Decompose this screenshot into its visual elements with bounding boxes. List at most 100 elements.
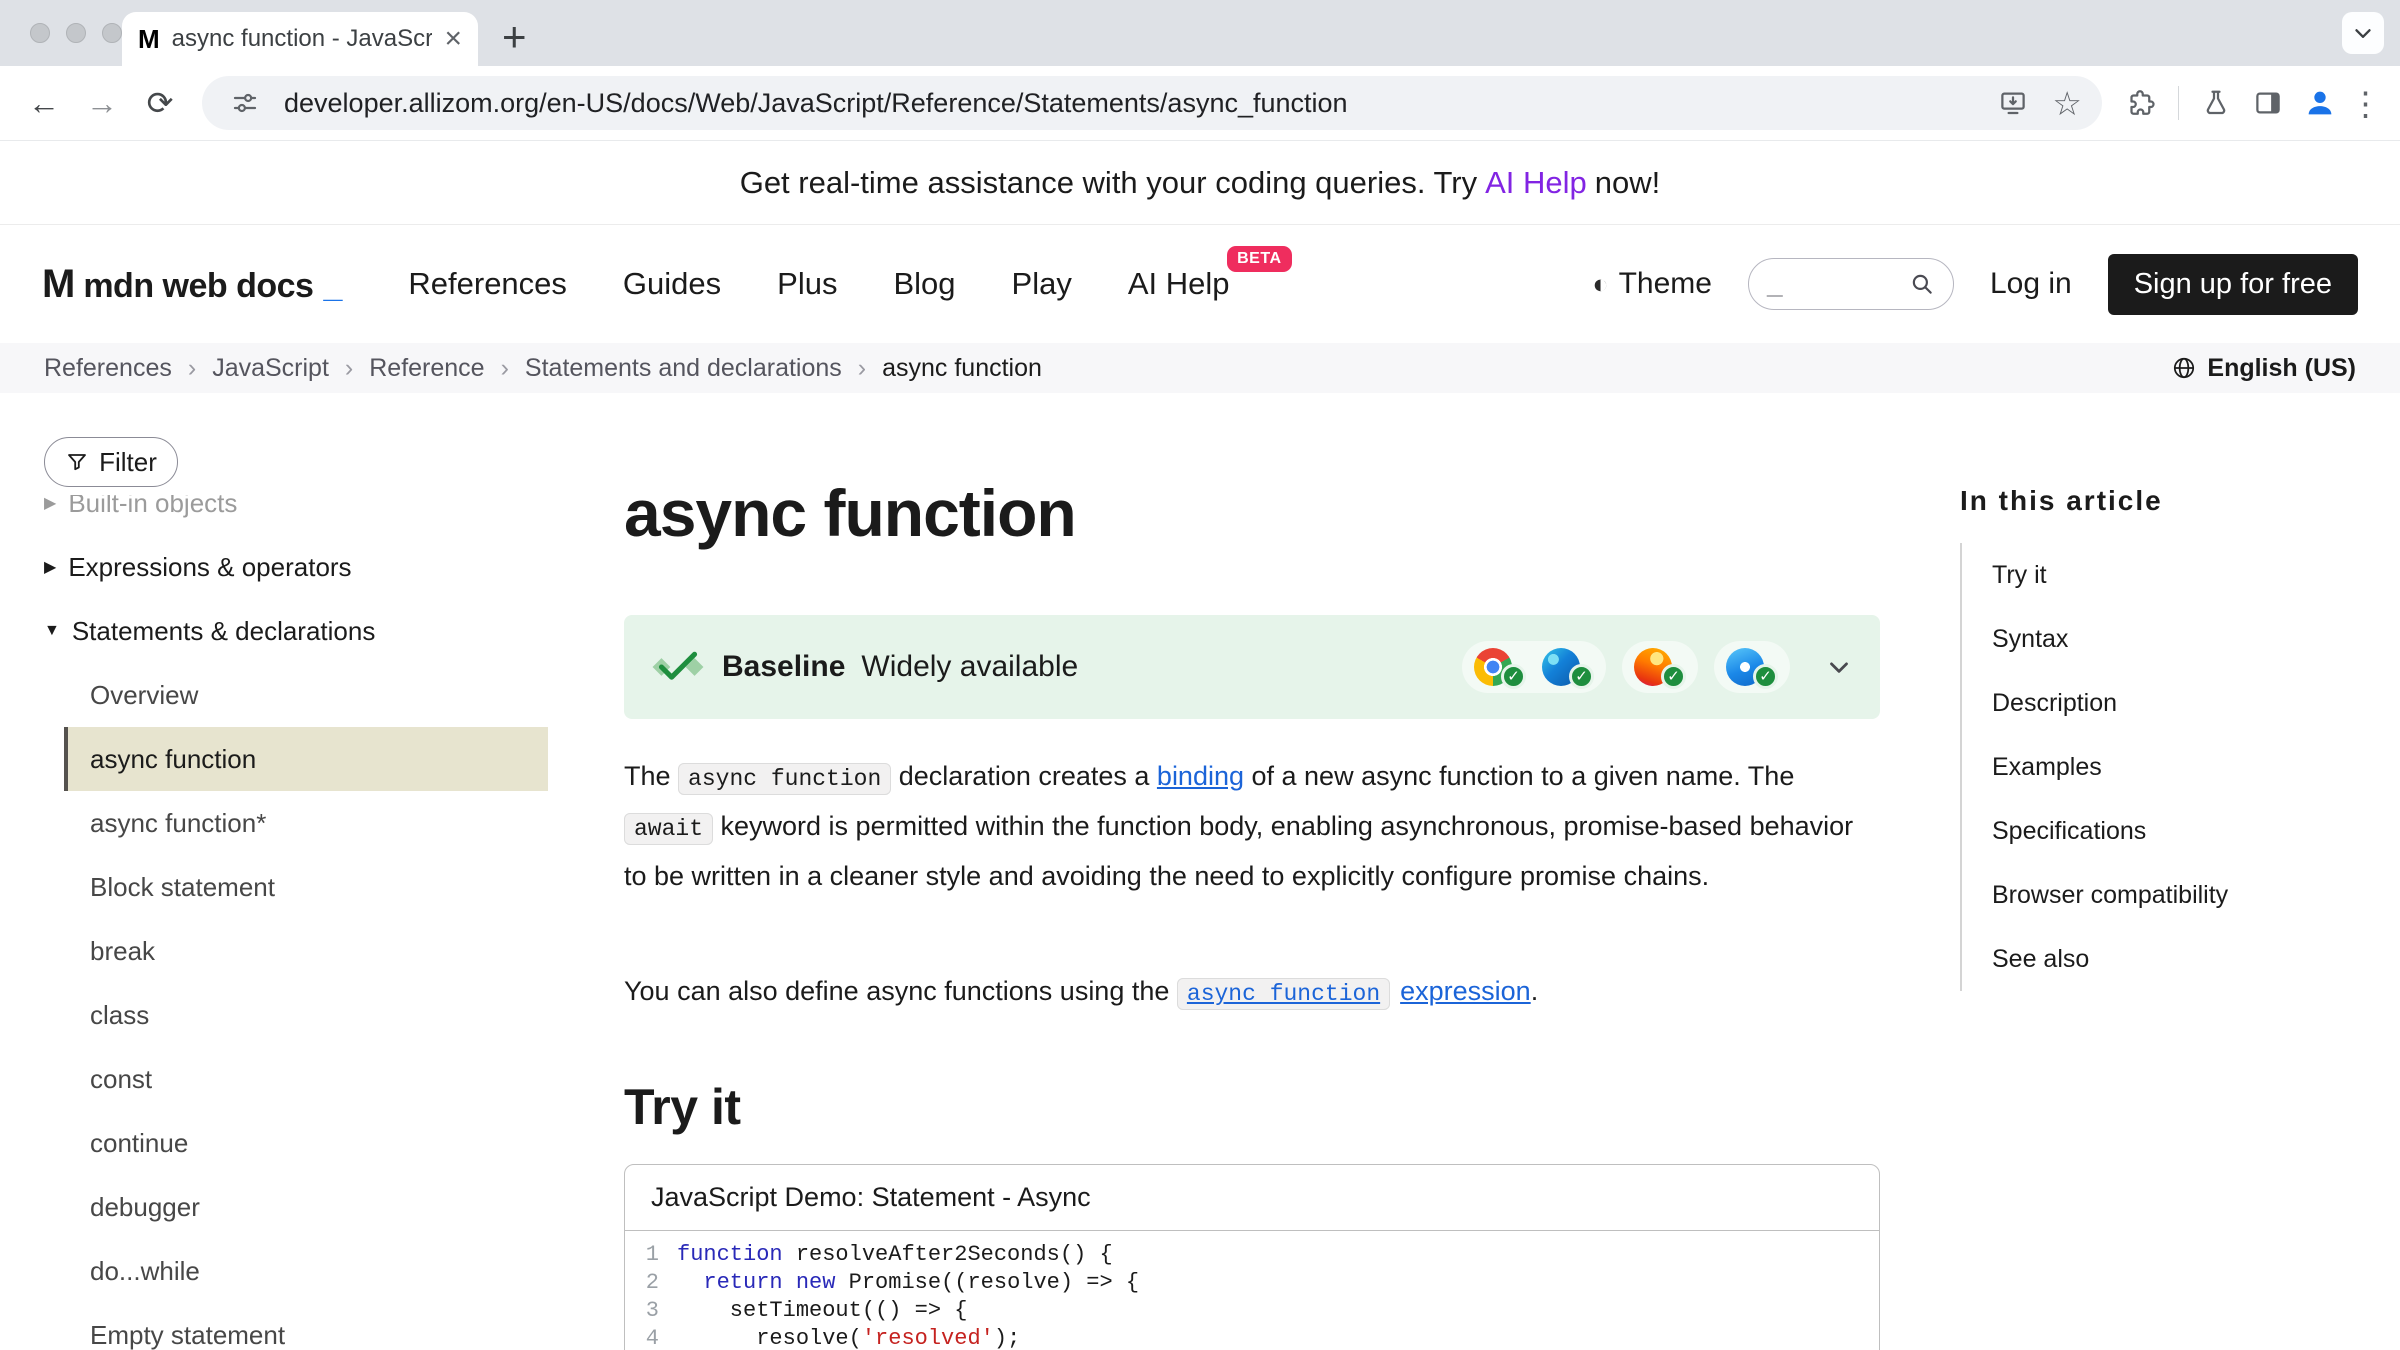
collapsed-triangle-icon: ▶: [44, 557, 56, 577]
bookmark-star-icon[interactable]: ☆: [2052, 84, 2082, 123]
toc-item-try-it[interactable]: Try it: [1992, 543, 2400, 607]
baseline-expand-chevron[interactable]: [1824, 652, 1854, 682]
baseline-label: Baseline: [722, 650, 845, 684]
demo-title: JavaScript Demo: Statement - Async: [625, 1165, 1879, 1231]
mdn-logo-text: mdn web docs: [83, 267, 313, 306]
extensions-icon[interactable]: [2118, 80, 2164, 126]
sidebar-item-break[interactable]: break: [64, 919, 548, 983]
code-token: [677, 1269, 703, 1297]
binding-link[interactable]: binding: [1157, 761, 1244, 791]
toc-item-browser-compatibility[interactable]: Browser compatibility: [1992, 863, 2400, 927]
install-icon[interactable]: [1990, 80, 2036, 126]
toc-item-specifications[interactable]: Specifications: [1992, 799, 2400, 863]
url-text[interactable]: developer.allizom.org/en-US/docs/Web/Jav…: [284, 88, 1974, 119]
language-label: English (US): [2207, 354, 2356, 383]
promo-banner: Get real-time assistance with your codin…: [0, 141, 2400, 225]
article-main: async function Baseline Widely available: [560, 393, 1960, 1350]
breadcrumb-reference[interactable]: Reference: [369, 354, 484, 383]
code-token: 'resolved': [862, 1325, 994, 1350]
paragraph-text: You can also define async functions usin…: [624, 976, 1177, 1006]
nav-ai-help-label: AI Help: [1128, 266, 1230, 301]
sidebar-section-expressions[interactable]: ▶ Expressions & operators: [44, 535, 560, 599]
side-panel-icon[interactable]: [2245, 80, 2291, 126]
sidebar-item-async-function-star[interactable]: async function*: [64, 791, 548, 855]
browser-tab[interactable]: M async function - JavaScript | ×: [122, 12, 478, 66]
sidebar-item-label: Built-in objects: [68, 495, 237, 519]
new-tab-button[interactable]: +: [502, 16, 527, 58]
mdn-favicon-icon: M: [138, 24, 160, 55]
baseline-check-icon: [650, 649, 706, 685]
sidebar-item-built-in-objects[interactable]: ▶ Built-in objects: [44, 495, 560, 533]
code-line: 4 resolve('resolved');: [625, 1325, 1879, 1350]
reload-button[interactable]: ⟳: [134, 77, 186, 129]
nav-guides[interactable]: Guides: [623, 266, 721, 302]
sidebar-section-label: Statements & declarations: [72, 616, 376, 647]
labs-beaker-icon[interactable]: [2193, 80, 2239, 126]
async-function-expression-code-link[interactable]: async function: [1177, 978, 1390, 1010]
profile-avatar[interactable]: [2297, 80, 2343, 126]
sidebar-item-overview[interactable]: Overview: [64, 663, 548, 727]
sidebar-section-statements[interactable]: ▼ Statements & declarations: [44, 599, 560, 663]
tab-close-icon[interactable]: ×: [444, 24, 462, 54]
nav-blog[interactable]: Blog: [893, 266, 955, 302]
breadcrumb-javascript[interactable]: JavaScript: [212, 354, 329, 383]
window-controls: [30, 23, 122, 43]
chrome-support: ✓: [1474, 648, 1526, 686]
nav-play[interactable]: Play: [1012, 266, 1072, 302]
toc-item-examples[interactable]: Examples: [1992, 735, 2400, 799]
browser-menu-icon[interactable]: ⋮: [2349, 84, 2382, 123]
promo-ai-help-link[interactable]: AI Help: [1485, 165, 1587, 201]
nav-plus[interactable]: Plus: [777, 266, 837, 302]
main-nav: References Guides Plus Blog Play AI Help…: [408, 266, 1229, 302]
forward-button[interactable]: →: [76, 77, 128, 129]
check-icon: ✓: [1501, 664, 1526, 689]
toc-list: Try it Syntax Description Examples Speci…: [1960, 543, 2400, 991]
breadcrumb-references[interactable]: References: [44, 354, 172, 383]
toc-item-syntax[interactable]: Syntax: [1992, 607, 2400, 671]
sidebar-item-debugger[interactable]: debugger: [64, 1175, 548, 1239]
search-input[interactable]: _: [1748, 258, 1954, 310]
breadcrumb-current: async function: [882, 354, 1042, 383]
paragraph-text: of a new async function to a given name.…: [1244, 761, 1794, 791]
code-editor[interactable]: 1function resolveAfter2Seconds() { 2 ret…: [625, 1231, 1879, 1350]
site-info-icon[interactable]: [222, 80, 268, 126]
theme-icon: ◐: [1592, 269, 1608, 300]
tab-search-button[interactable]: [2342, 12, 2384, 54]
toc-item-description[interactable]: Description: [1992, 671, 2400, 735]
beta-badge: BETA: [1227, 246, 1291, 272]
mdn-logo[interactable]: M mdn web docs _: [42, 262, 342, 307]
address-bar[interactable]: developer.allizom.org/en-US/docs/Web/Jav…: [202, 76, 2102, 130]
mdn-logo-icon: M: [42, 262, 73, 307]
expression-link[interactable]: expression: [1400, 976, 1531, 1006]
sidebar-item-do-while[interactable]: do...while: [64, 1239, 548, 1303]
sidebar-item-block-statement[interactable]: Block statement: [64, 855, 548, 919]
nav-references[interactable]: References: [408, 266, 567, 302]
sidebar-item-const[interactable]: const: [64, 1047, 548, 1111]
theme-toggle[interactable]: ◐ Theme: [1592, 267, 1712, 301]
sidebar-item-async-function[interactable]: async function: [64, 727, 548, 791]
baseline-banner[interactable]: Baseline Widely available ✓ ✓: [624, 615, 1880, 719]
code-line: 3 setTimeout(() => {: [625, 1297, 1879, 1325]
login-link[interactable]: Log in: [1990, 267, 2072, 301]
promo-text-after: now!: [1595, 165, 1660, 201]
check-icon: ✓: [1753, 664, 1778, 689]
back-button[interactable]: ←: [18, 77, 70, 129]
toc-item-see-also[interactable]: See also: [1992, 927, 2400, 991]
sidebar-filter-button[interactable]: Filter: [44, 437, 178, 487]
inline-code: async function: [678, 763, 891, 795]
language-picker[interactable]: English (US): [2171, 354, 2356, 383]
minimize-window-button[interactable]: [66, 23, 86, 43]
zoom-window-button[interactable]: [102, 23, 122, 43]
paragraph-text: .: [1531, 976, 1539, 1006]
chevron-down-icon: [2350, 20, 2376, 46]
breadcrumb-statements[interactable]: Statements and declarations: [525, 354, 842, 383]
nav-ai-help[interactable]: AI Help BETA: [1128, 266, 1230, 302]
browser-group-chromium: ✓ ✓: [1462, 641, 1606, 693]
sidebar-item-class[interactable]: class: [64, 983, 548, 1047]
signup-button[interactable]: Sign up for free: [2108, 254, 2358, 315]
sidebar-item-empty-statement[interactable]: Empty statement: [64, 1303, 548, 1350]
breadcrumb-separator: ›: [188, 354, 196, 383]
sidebar-item-continue[interactable]: continue: [64, 1111, 548, 1175]
page-title: async function: [624, 475, 1880, 551]
close-window-button[interactable]: [30, 23, 50, 43]
